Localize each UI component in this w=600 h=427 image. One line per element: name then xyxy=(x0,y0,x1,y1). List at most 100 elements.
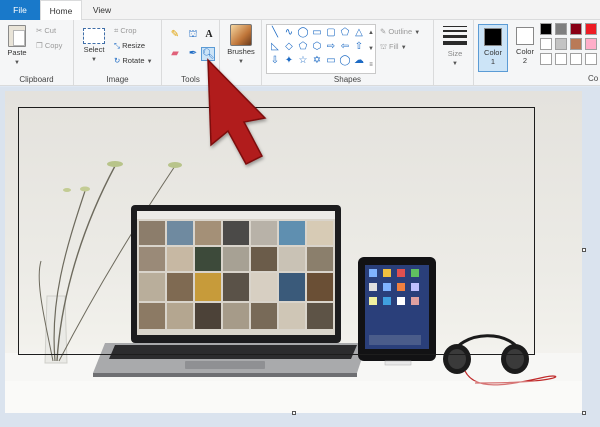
brushes-group: Brushes ▼ xyxy=(220,20,262,86)
size-label: Size xyxy=(447,49,463,58)
palette-swatch-white[interactable] xyxy=(540,38,552,50)
palette-swatch-brown[interactable] xyxy=(570,38,582,50)
selection-rectangle[interactable] xyxy=(18,107,535,355)
tab-home[interactable]: Home xyxy=(40,0,82,21)
clipboard-icon xyxy=(8,25,26,47)
six-point-star-shape-icon[interactable]: ✡ xyxy=(311,55,323,67)
pencil-icon[interactable]: ✎ xyxy=(168,28,182,42)
color1-button[interactable]: Color 1 xyxy=(478,24,508,72)
brushes-button[interactable]: Brushes ▼ xyxy=(224,22,258,68)
more-shapes-icon[interactable]: ≡ xyxy=(365,59,377,71)
cloud-callout-shape-icon[interactable]: ☁ xyxy=(353,55,365,67)
arrow-left-shape-icon[interactable]: ⇦ xyxy=(339,41,351,53)
rectangle-shape-icon[interactable]: ▭ xyxy=(311,27,323,39)
palette-swatch-empty[interactable] xyxy=(570,53,582,65)
shapes-gallery: ╲ ∿ ◯ ▭ ▢ ⬠ △ ◺ ◇ ⬠ ⬡ ⇨ ⇦ ⇧ ⇩ ✦ ☆ ✡ ▭ ◯ … xyxy=(266,24,376,74)
color2-label: Color xyxy=(516,47,534,56)
chevron-down-icon: ▼ xyxy=(146,59,153,65)
polygon-shape-icon[interactable]: ⬠ xyxy=(339,27,351,39)
hexagon-shape-icon[interactable]: ⬡ xyxy=(311,41,323,53)
tab-view[interactable]: View xyxy=(84,0,120,20)
diamond-shape-icon[interactable]: ◇ xyxy=(283,41,295,53)
pentagon-shape-icon[interactable]: ⬠ xyxy=(297,41,309,53)
brush-icon xyxy=(230,24,252,46)
rounded-rectangle-shape-icon[interactable]: ▢ xyxy=(325,27,337,39)
ribbon-tab-bar: File Home View xyxy=(0,0,600,21)
palette-swatch-empty[interactable] xyxy=(585,53,597,65)
eraser-icon[interactable]: ▰ xyxy=(168,47,182,61)
copy-button[interactable]: ❐ Copy xyxy=(36,39,62,53)
color2-button[interactable]: Color 2 xyxy=(510,24,540,72)
line-width-icon xyxy=(443,26,467,45)
palette-swatch-empty[interactable] xyxy=(540,53,552,65)
fill-button[interactable]: ⛫ Fill ▼ xyxy=(380,40,407,54)
tools-group: ✎ ⛫ A ▰ ✒ 🔍︎ Tools xyxy=(162,20,220,86)
color-picker-icon[interactable]: ✒ xyxy=(186,47,200,61)
five-point-star-shape-icon[interactable]: ☆ xyxy=(297,55,309,67)
tools-group-label: Tools xyxy=(181,75,200,84)
paste-button[interactable]: Paste ▼ xyxy=(2,22,32,68)
palette-swatch-black[interactable] xyxy=(540,23,552,35)
palette-swatch-gray[interactable] xyxy=(555,23,567,35)
rotate-icon: ↻ xyxy=(114,56,121,65)
palette-swatch-pink[interactable] xyxy=(585,38,597,50)
right-triangle-shape-icon[interactable]: ◺ xyxy=(269,41,281,53)
chevron-down-icon: ▼ xyxy=(91,57,97,63)
select-label: Select xyxy=(83,45,105,54)
arrow-up-shape-icon[interactable]: ⇧ xyxy=(353,41,365,53)
triangle-shape-icon[interactable]: △ xyxy=(353,27,365,39)
crop-button[interactable]: ⌗ Crop xyxy=(114,24,137,38)
chevron-down-icon[interactable]: ▼ xyxy=(365,43,377,55)
fill-bucket-icon: ⛫ xyxy=(380,42,387,51)
chevron-up-icon[interactable]: ▲ xyxy=(365,27,377,39)
arrow-down-shape-icon[interactable]: ⇩ xyxy=(269,55,281,67)
curve-shape-icon[interactable]: ∿ xyxy=(283,27,295,39)
image-group-label: Image xyxy=(106,75,129,84)
color2-number: 2 xyxy=(522,56,528,65)
canvas-area[interactable] xyxy=(0,87,600,427)
color1-number: 1 xyxy=(490,57,496,66)
copy-label: Copy xyxy=(44,41,63,50)
palette-swatch-red[interactable] xyxy=(585,23,597,35)
image-group: Select ▼ ⌗ Crop ⤡ Resize ↻ Rotate ▼ Imag… xyxy=(74,20,162,86)
resize-label: Resize xyxy=(122,41,146,50)
paste-label: Paste xyxy=(7,48,27,57)
canvas-image[interactable] xyxy=(5,91,582,413)
shapes-group-label: Shapes xyxy=(333,75,362,84)
callout-oval-shape-icon[interactable]: ◯ xyxy=(339,55,351,67)
outline-button[interactable]: ✎ Outline ▼ xyxy=(380,25,420,39)
callout-rect-shape-icon[interactable]: ▭ xyxy=(325,55,337,67)
rotate-button[interactable]: ↻ Rotate ▼ xyxy=(114,54,153,68)
cut-label: Cut xyxy=(44,26,57,35)
canvas-resize-handle-corner[interactable] xyxy=(582,411,586,415)
canvas-resize-handle-right[interactable] xyxy=(582,248,586,252)
magnifier-icon[interactable]: 🔍︎ xyxy=(201,47,215,61)
canvas-resize-handle-bottom[interactable] xyxy=(292,411,296,415)
ribbon: Paste ▼ ✂ Cut ❐ Copy Clipboard Select ▼ … xyxy=(0,20,600,86)
outline-icon: ✎ xyxy=(380,27,387,36)
arrow-right-shape-icon[interactable]: ⇨ xyxy=(325,41,337,53)
palette-swatch-dark-red[interactable] xyxy=(570,23,582,35)
line-shape-icon[interactable]: ╲ xyxy=(269,27,281,39)
four-point-star-shape-icon[interactable]: ✦ xyxy=(283,55,295,67)
oval-shape-icon[interactable]: ◯ xyxy=(297,27,309,39)
copy-icon: ❐ xyxy=(36,41,43,50)
fill-bucket-icon[interactable]: ⛫ xyxy=(186,28,200,42)
palette-swatch-light-gray[interactable] xyxy=(555,38,567,50)
crop-icon: ⌗ xyxy=(114,26,119,35)
chevron-down-icon: ▼ xyxy=(14,60,20,66)
tab-file[interactable]: File xyxy=(0,0,40,20)
cut-button[interactable]: ✂ Cut xyxy=(36,24,56,38)
size-button[interactable]: Size ▼ xyxy=(438,22,472,72)
select-button[interactable]: Select ▼ xyxy=(78,22,110,68)
text-tool-icon[interactable]: A xyxy=(202,28,216,42)
clipboard-group-label: Clipboard xyxy=(19,75,54,84)
palette-swatch-empty[interactable] xyxy=(555,53,567,65)
select-icon xyxy=(83,28,105,44)
chevron-down-icon: ▼ xyxy=(238,59,244,65)
chevron-down-icon: ▼ xyxy=(400,45,407,51)
rotate-label: Rotate xyxy=(122,56,145,65)
resize-button[interactable]: ⤡ Resize xyxy=(114,39,145,53)
color2-swatch xyxy=(516,27,534,45)
resize-icon: ⤡ xyxy=(114,41,120,50)
